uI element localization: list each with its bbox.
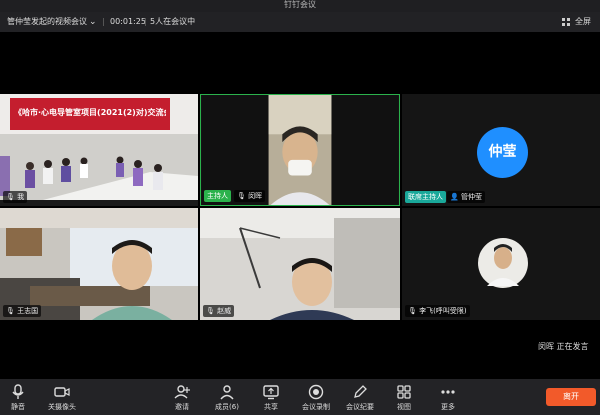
meeting-toolbar: 静音 关摄像头 邀请 成员(6) 共享 会议录制 会议纪要 视图 更多: [0, 379, 600, 415]
participant-label: 🎙 赵威: [203, 305, 235, 317]
user-icon: 👤: [450, 193, 459, 201]
meeting-info-bar: 管仲莹发起的视频会议 ⌄ 00:01:25 5人在会议中 全屏: [0, 12, 600, 32]
video-tile-office2[interactable]: 🎙 赵威: [200, 208, 400, 320]
mic-icon: 🎙: [6, 307, 15, 315]
participant-name: 李飞(呼叫受限): [419, 307, 467, 315]
share-screen-icon: [263, 385, 279, 400]
camera-label: 关摄像头: [48, 403, 76, 411]
divider: [145, 18, 146, 26]
divider: [103, 18, 104, 26]
camera-icon: [54, 387, 70, 397]
host-badge: 主持人: [204, 190, 231, 202]
title-bar: 钉钉会议: [0, 0, 600, 12]
view-label: 视图: [397, 403, 411, 411]
chevron-down-icon[interactable]: ⌄: [89, 12, 97, 32]
participant-label: 🎙 闵晖: [234, 190, 266, 202]
pen-icon: [354, 385, 367, 398]
participant-label: 👤 管仲莹: [447, 191, 485, 203]
video-feed: [201, 95, 399, 205]
tile-banner-text: 《哈市·心电导管室项目(2021(2)对)交流会》: [14, 108, 166, 117]
mic-icon: 🎙: [408, 307, 417, 315]
more-label: 更多: [441, 403, 455, 411]
avatar: 仲莹: [477, 127, 528, 178]
speaking-status: 正在发言: [556, 342, 589, 351]
mic-icon: 🎙: [6, 193, 15, 201]
record-icon: [308, 384, 324, 400]
participant-label: 🎙 李飞(呼叫受限): [405, 305, 470, 317]
participant-name: 管仲莹: [460, 193, 482, 201]
invite-label: 邀请: [175, 403, 189, 411]
mute-button[interactable]: 静音: [0, 379, 38, 415]
grid-view-icon: [397, 385, 411, 399]
participant-name: 王志国: [17, 307, 39, 315]
video-tile-phone[interactable]: 🎙 李飞(呼叫受限): [402, 208, 600, 320]
cohost-badge: 联席主持人: [405, 191, 446, 203]
fullscreen-button[interactable]: 全屏: [575, 12, 591, 32]
participant-count: 5人在会议中: [150, 17, 196, 26]
window-title: 钉钉会议: [284, 0, 316, 9]
members-label: 成员(6): [215, 403, 239, 411]
record-label: 会议录制: [302, 403, 330, 411]
more-button[interactable]: 更多: [428, 379, 468, 415]
video-tile-host[interactable]: 主持人 🎙 闵晖: [200, 94, 400, 206]
participant-label: 🎙 王志国: [3, 305, 42, 317]
add-user-icon: [174, 385, 190, 399]
leave-button[interactable]: 离开: [546, 388, 596, 406]
mic-icon: 🎙: [206, 307, 215, 315]
minutes-label: 会议纪要: [346, 403, 374, 411]
video-feed: [0, 208, 198, 320]
share-button[interactable]: 共享: [251, 379, 291, 415]
members-icon: [220, 385, 234, 400]
video-tile-office1[interactable]: 🎙 王志国: [0, 208, 198, 320]
view-button[interactable]: 视图: [384, 379, 424, 415]
meeting-timer: 00:01:25: [110, 17, 146, 26]
more-icon: [441, 390, 455, 394]
microphone-icon: [12, 384, 24, 399]
participant-name: 闵晖: [248, 192, 263, 200]
speaker-name: 闵晖: [538, 342, 554, 351]
mute-label: 静音: [11, 403, 25, 411]
participant-name: 赵威: [217, 307, 232, 315]
video-feed: [402, 208, 600, 320]
members-button[interactable]: 成员(6): [207, 379, 247, 415]
invite-button[interactable]: 邀请: [162, 379, 202, 415]
video-tile-room[interactable]: 《哈市·心电导管室项目(2021(2)对)交流会》 🎙 我: [0, 94, 198, 206]
share-label: 共享: [264, 403, 278, 411]
grid-layout-icon[interactable]: [562, 18, 570, 26]
participant-name: 我: [17, 193, 25, 201]
meeting-title[interactable]: 管仲莹发起的视频会议: [7, 12, 87, 32]
participant-label: 🎙 我: [3, 191, 28, 203]
speaking-indicator: 闵晖 正在发言: [538, 341, 589, 352]
minutes-button[interactable]: 会议纪要: [340, 379, 380, 415]
record-button[interactable]: 会议录制: [296, 379, 336, 415]
video-feed: [200, 208, 400, 320]
camera-button[interactable]: 关摄像头: [42, 379, 82, 415]
mic-icon: 🎙: [237, 192, 246, 200]
